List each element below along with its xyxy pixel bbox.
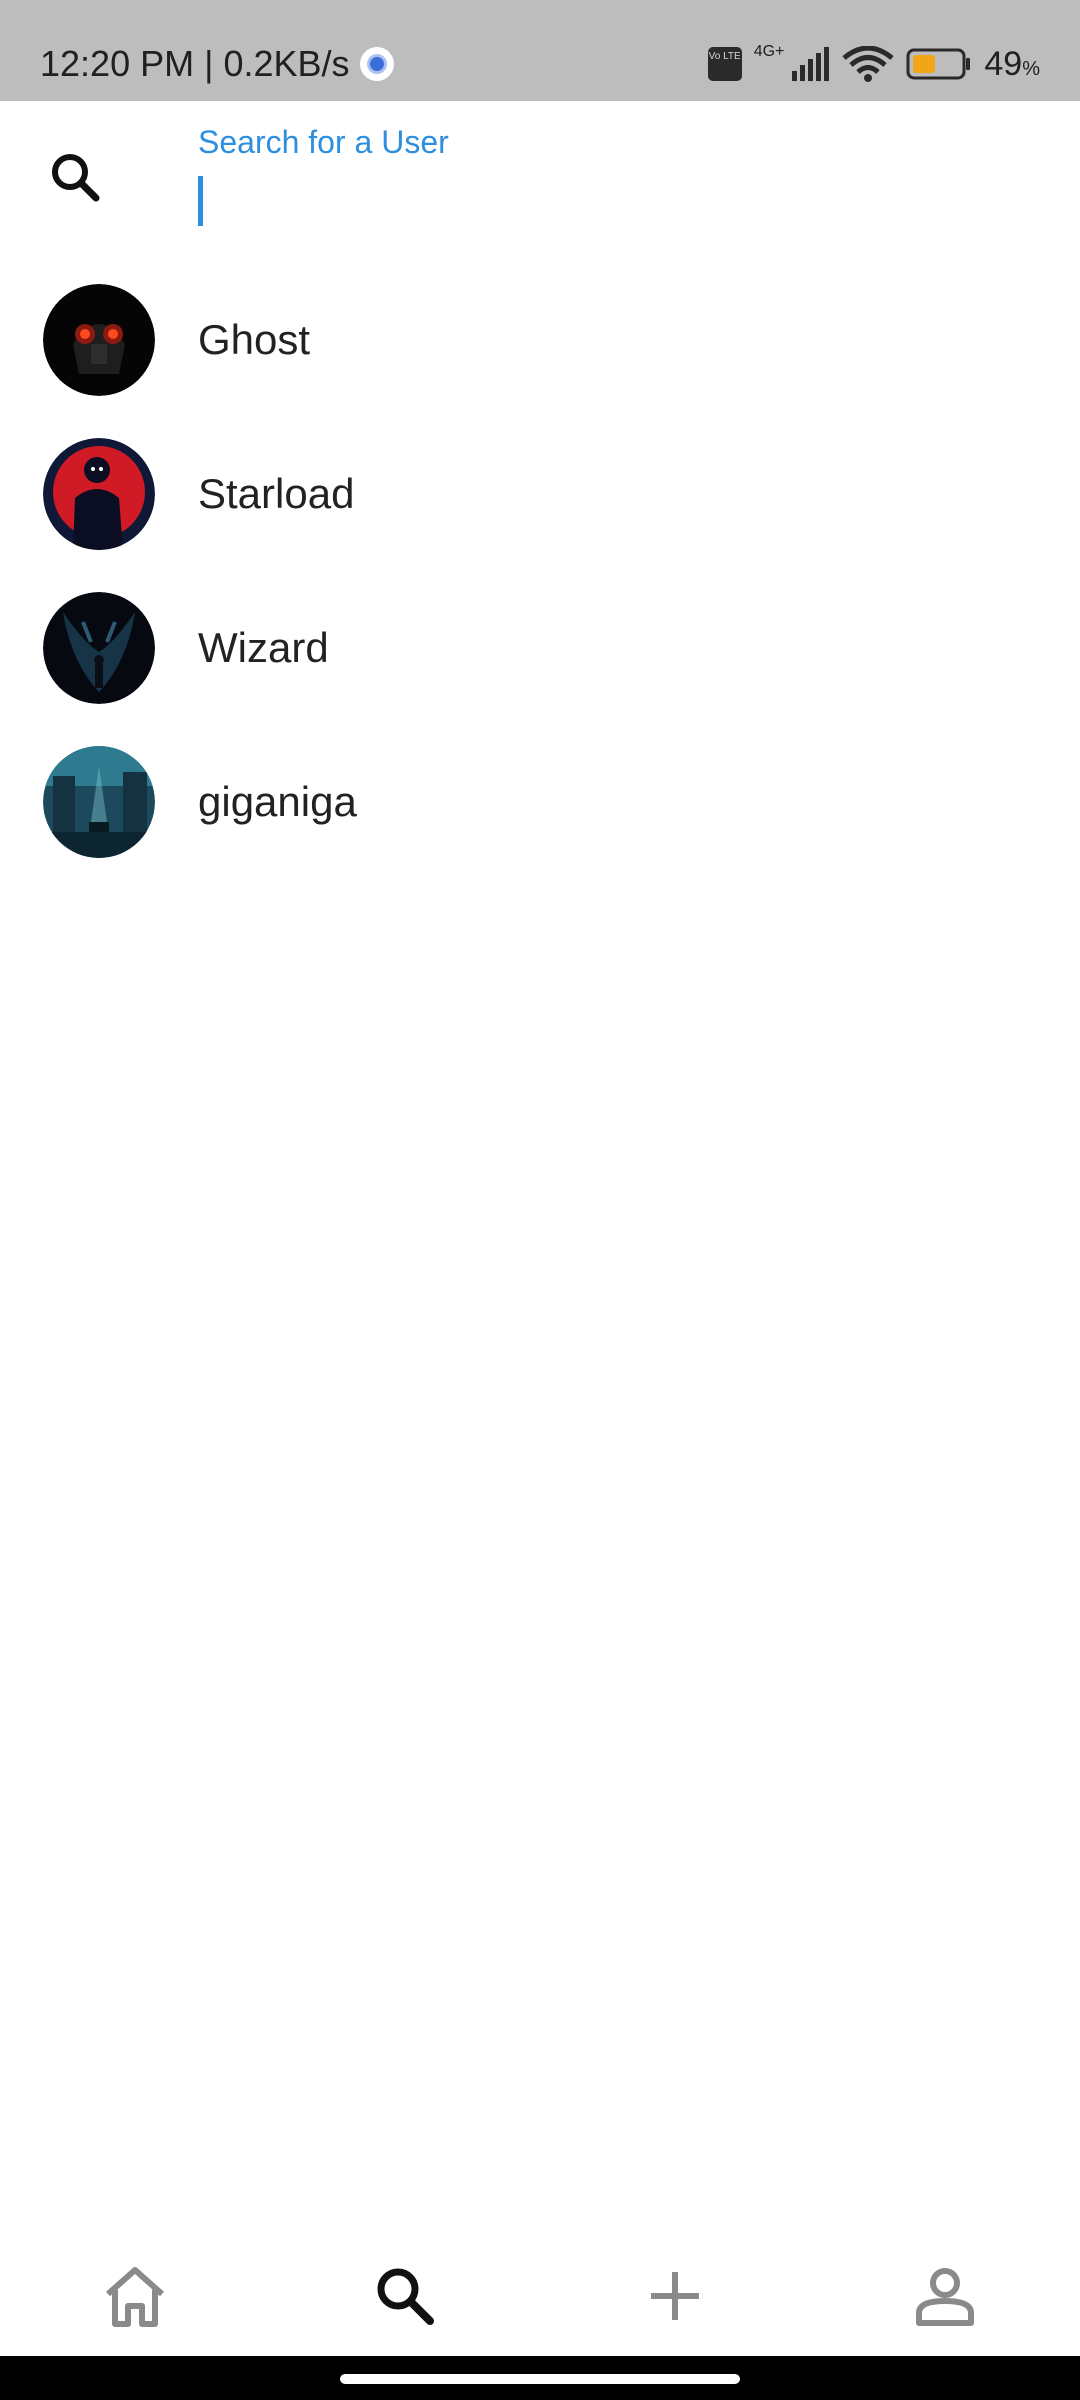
nav-search[interactable]: [270, 2236, 540, 2356]
list-item[interactable]: giganiga: [0, 725, 1080, 879]
search-input[interactable]: [198, 172, 1038, 228]
add-icon: [651, 2272, 699, 2320]
avatar: [43, 284, 155, 396]
bottom-nav: [0, 2236, 1080, 2356]
text-caret: [198, 176, 203, 226]
user-name: giganiga: [198, 778, 357, 825]
nav-profile[interactable]: [810, 2236, 1080, 2356]
search-icon: [377, 2268, 434, 2325]
battery-percentage: 49%: [984, 44, 1040, 83]
list-item[interactable]: Wizard: [0, 571, 1080, 725]
search-label: Search for a User: [198, 124, 449, 160]
volte-icon: Vo LTE: [707, 47, 742, 81]
avatar: [43, 592, 155, 704]
home-icon: [106, 2267, 164, 2327]
status-right: Vo LTE 4G+ 49%: [707, 42, 1040, 86]
nav-home[interactable]: [0, 2236, 270, 2356]
user-name: Wizard: [198, 624, 329, 671]
network-type: 4G+: [753, 43, 785, 60]
status-left: 12:20 PM | 0.2KB/s: [40, 42, 394, 86]
nav-add[interactable]: [540, 2236, 810, 2356]
home-gesture-handle[interactable]: [340, 2374, 740, 2384]
status-bar: 12:20 PM | 0.2KB/s Vo LTE 4G+ 49%: [0, 0, 1080, 101]
signal-icon: [792, 47, 830, 81]
status-time-speed: 12:20 PM | 0.2KB/s: [40, 43, 350, 84]
list-item[interactable]: Ghost: [0, 263, 1080, 417]
avatar: [43, 746, 155, 858]
search-icon[interactable]: [46, 148, 106, 208]
avatar: [43, 438, 155, 550]
notification-app-icon: [359, 47, 394, 81]
profile-icon: [916, 2268, 974, 2326]
battery-icon: [906, 48, 971, 80]
user-name: Starload: [198, 470, 355, 517]
list-item[interactable]: Starload: [0, 417, 1080, 571]
user-name: Ghost: [198, 316, 311, 363]
wifi-icon: [842, 46, 894, 82]
user-list: Ghost Starload Wizard giganiga: [0, 263, 1080, 879]
system-nav-bar: [0, 2356, 1080, 2400]
